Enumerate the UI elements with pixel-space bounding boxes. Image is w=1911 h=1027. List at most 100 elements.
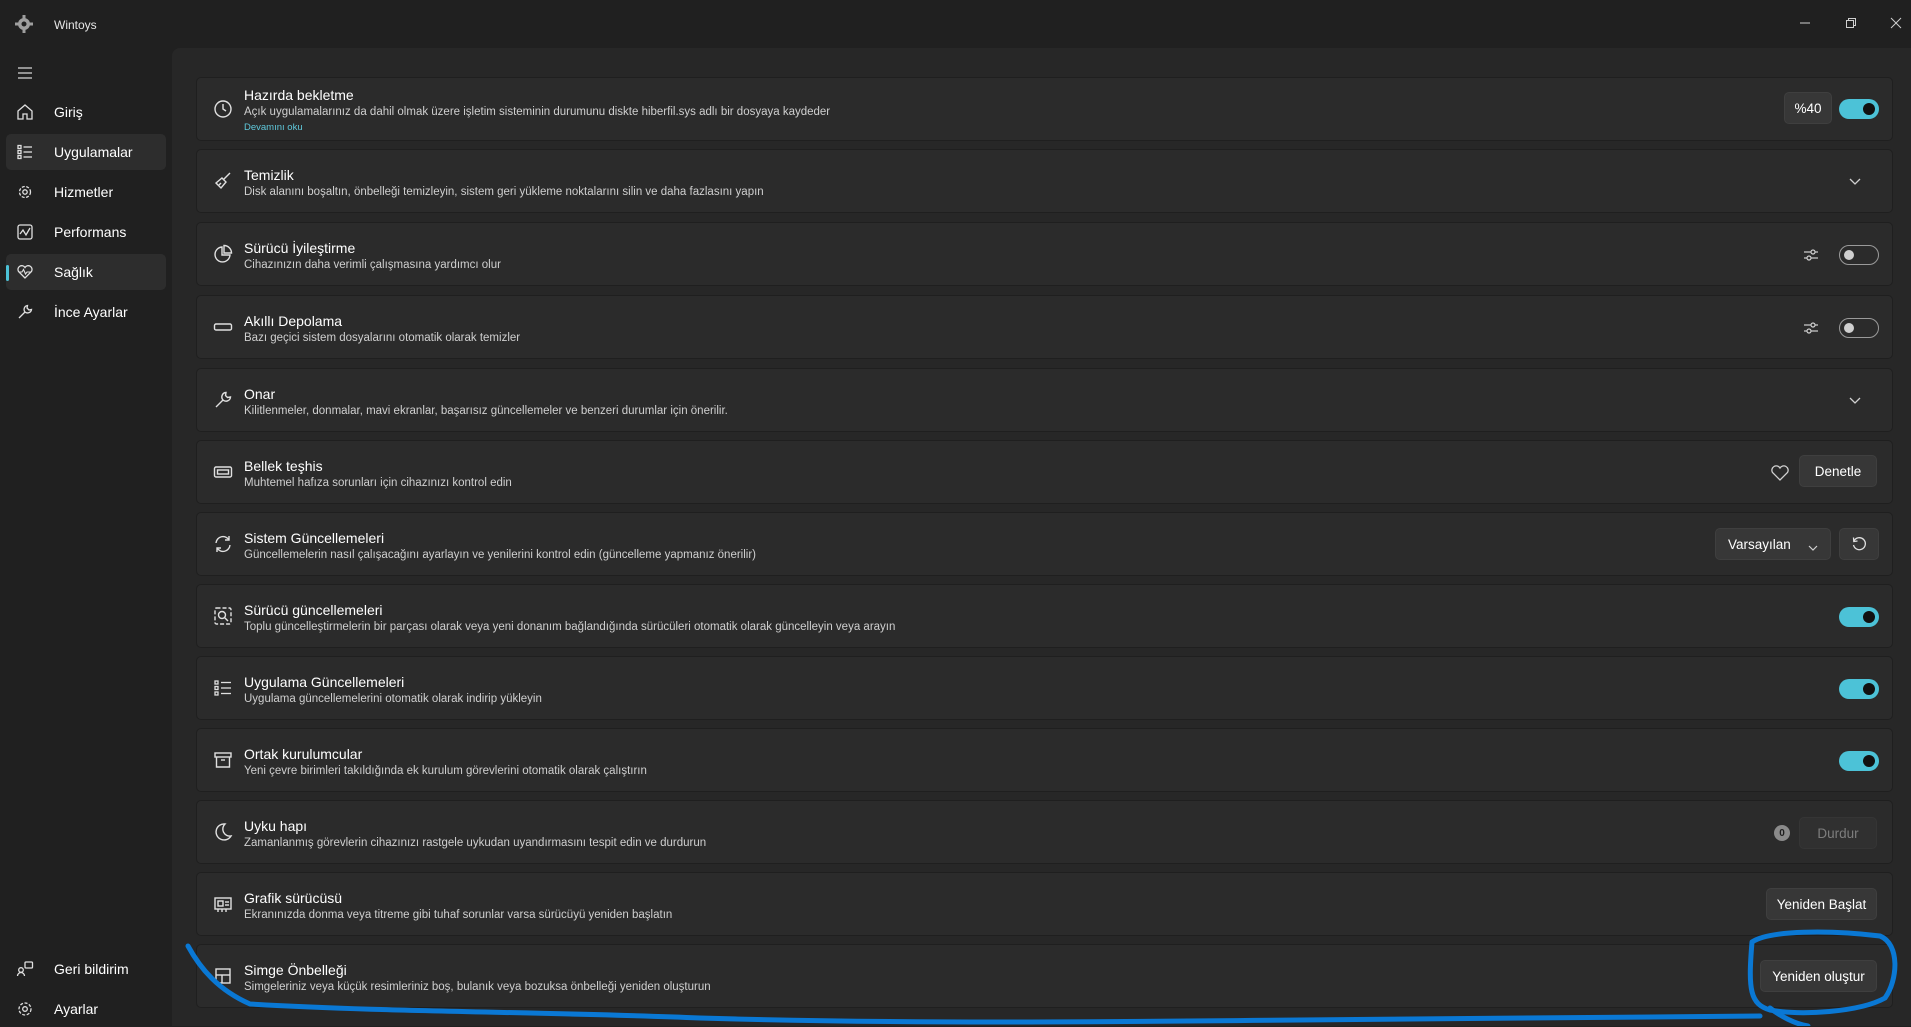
sidebar-item-uygulamalar[interactable]: Uygulamalar [6, 134, 166, 170]
sidebar-item-geri-bildirim[interactable]: Geri bildirim [6, 951, 166, 987]
card-title: Uygulama Güncellemeleri [244, 674, 405, 690]
card-description: Güncellemelerin nasıl çalışacağını ayarl… [244, 549, 756, 561]
restart-graphics-driver-button[interactable]: Yeniden Başlat [1766, 888, 1877, 920]
restore-icon[interactable] [1836, 8, 1866, 38]
card-description: Kilitlenmeler, donmalar, mavi ekranlar, … [244, 405, 728, 417]
stop-button[interactable]: Durdur [1799, 817, 1877, 849]
card-title: Simge Önbelleği [244, 962, 347, 978]
card-description: Bazı geçici sistem dosyalarını otomatik … [244, 332, 521, 344]
card-description: Ekranınızda donma veya titreme gibi tuha… [244, 909, 673, 921]
settings-icon [14, 998, 36, 1020]
home-icon [14, 101, 36, 123]
card-description: Muhtemel hafıza sorunları için cihazınız… [244, 477, 512, 489]
dropdown-selected-value: Varsayılan [1728, 536, 1791, 552]
gear-services-icon [14, 181, 36, 203]
app-logo-icon [14, 14, 34, 34]
clock-icon [211, 97, 235, 121]
apps-list-icon [14, 141, 36, 163]
card-temizlik[interactable]: Temizlik Disk alanını boşaltın, önbelleğ… [196, 149, 1893, 213]
card-title: Onar [244, 386, 276, 402]
wrench-icon [14, 301, 36, 323]
read-more-link[interactable]: Devamını oku [244, 122, 303, 133]
hamburger-icon[interactable] [14, 62, 36, 84]
sidebar-item-label: Hizmetler [54, 184, 114, 200]
sidebar-item-performans[interactable]: Performans [6, 214, 166, 250]
rebuild-icon-cache-button[interactable]: Yeniden oluştur [1760, 960, 1877, 992]
driver-optimization-toggle[interactable] [1839, 245, 1879, 265]
card-surucu-iyilestirme: Sürücü İyileştirme Cihazınızın daha veri… [196, 222, 1893, 286]
sidebar-item-hizmetler[interactable]: Hizmetler [6, 174, 166, 210]
card-title: Sürücü İyileştirme [244, 240, 356, 256]
sidebar-item-ayarlar[interactable]: Ayarlar [6, 991, 166, 1027]
sidebar-item-label: Performans [54, 224, 127, 240]
driver-search-icon [211, 604, 235, 628]
card-title: Uyku hapı [244, 818, 308, 834]
card-hazirda-bekletme: Hazırda bekletme Açık uygulamalarınız da… [196, 77, 1893, 141]
card-description: Cihazınızın daha verimli çalışmasına yar… [244, 259, 501, 271]
sidebar-item-label: Giriş [54, 104, 83, 120]
broom-icon [211, 169, 235, 193]
storage-sense-toggle[interactable] [1839, 318, 1879, 338]
app-updates-toggle[interactable] [1839, 679, 1879, 699]
card-surucu-guncellemeleri: Sürücü güncellemeleri Toplu güncelleştir… [196, 584, 1893, 648]
hibernate-toggle[interactable] [1839, 99, 1879, 119]
moon-icon [211, 820, 235, 844]
feedback-icon [14, 958, 36, 980]
drive-icon [211, 315, 235, 339]
card-uygulama-guncellemeleri: Uygulama Güncellemeleri Uygulama güncell… [196, 656, 1893, 720]
memory-icon [211, 460, 235, 484]
sidebar-item-label: Sağlık [54, 264, 93, 280]
sliders-icon[interactable] [1799, 243, 1823, 267]
refresh-icon[interactable] [1839, 528, 1879, 560]
sidebar-item-label: Ayarlar [54, 1001, 99, 1017]
chevron-down-icon[interactable] [1845, 391, 1865, 411]
chevron-down-icon[interactable] [1845, 172, 1865, 192]
card-title: Akıllı Depolama [244, 313, 343, 329]
hibernate-size-button[interactable]: %40 [1784, 92, 1832, 124]
card-sistem-guncellemeleri: Sistem Güncellemeleri Güncellemelerin na… [196, 512, 1893, 576]
close-icon[interactable] [1881, 8, 1911, 38]
driver-updates-toggle[interactable] [1839, 607, 1879, 627]
gpu-icon [211, 892, 235, 916]
card-simge-onbellegi: Simge Önbelleği Simgeleriniz veya küçük … [196, 944, 1893, 1008]
card-description: Açık uygulamalarınız da dahil olmak üzer… [244, 106, 831, 118]
icon-grid-icon [211, 964, 235, 988]
card-bellek-teshis: Bellek teşhis Muhtemel hafıza sorunları … [196, 440, 1893, 504]
card-onar[interactable]: Onar Kilitlenmeler, donmalar, mavi ekran… [196, 368, 1893, 432]
card-description: Uygulama güncellemelerini otomatik olara… [244, 693, 542, 705]
apps-list-icon [211, 676, 235, 700]
box-icon [211, 748, 235, 772]
chevron-down-icon [1808, 540, 1818, 555]
update-mode-dropdown[interactable]: Varsayılan [1715, 528, 1831, 560]
title-bar: Wintoys [0, 0, 1911, 48]
card-akilli-depolama: Akıllı Depolama Bazı geçici sistem dosya… [196, 295, 1893, 359]
check-memory-button[interactable]: Denetle [1799, 455, 1877, 487]
wrench-icon [211, 388, 235, 412]
card-uyku-hapi: Uyku hapı Zamanlanmış görevlerin cihazın… [196, 800, 1893, 864]
wake-task-count-badge: 0 [1774, 825, 1790, 841]
card-description: Yeni çevre birimleri takıldığında ek kur… [244, 765, 647, 777]
card-description: Zamanlanmış görevlerin cihazınızı rastge… [244, 837, 707, 849]
card-title: Sürücü güncellemeleri [244, 602, 383, 618]
sidebar-item-saglik[interactable]: Sağlık [6, 254, 166, 290]
card-title: Ortak kurulumcular [244, 746, 363, 762]
active-indicator [6, 265, 9, 281]
co-installers-toggle[interactable] [1839, 751, 1879, 771]
card-description: Simgeleriniz veya küçük resimleriniz boş… [244, 981, 711, 993]
app-title: Wintoys [54, 18, 97, 32]
card-description: Toplu güncelleştirmelerin bir parçası ol… [244, 621, 896, 633]
sidebar-item-label: Geri bildirim [54, 961, 129, 977]
card-title: Sistem Güncellemeleri [244, 530, 385, 546]
heart-icon[interactable] [1768, 461, 1792, 485]
sidebar-item-label: Uygulamalar [54, 144, 133, 160]
sidebar-item-giris[interactable]: Giriş [6, 94, 166, 130]
card-description: Disk alanını boşaltın, önbelleği temizle… [244, 186, 764, 198]
card-title: Grafik sürücüsü [244, 890, 343, 906]
sidebar-item-ince-ayarlar[interactable]: İnce Ayarlar [6, 294, 166, 330]
card-title: Hazırda bekletme [244, 87, 354, 103]
sliders-icon[interactable] [1799, 316, 1823, 340]
card-ortak-kurulumcular: Ortak kurulumcular Yeni çevre birimleri … [196, 728, 1893, 792]
minimize-icon[interactable] [1790, 8, 1820, 38]
sidebar-item-label: İnce Ayarlar [54, 304, 128, 320]
card-title: Bellek teşhis [244, 458, 323, 474]
